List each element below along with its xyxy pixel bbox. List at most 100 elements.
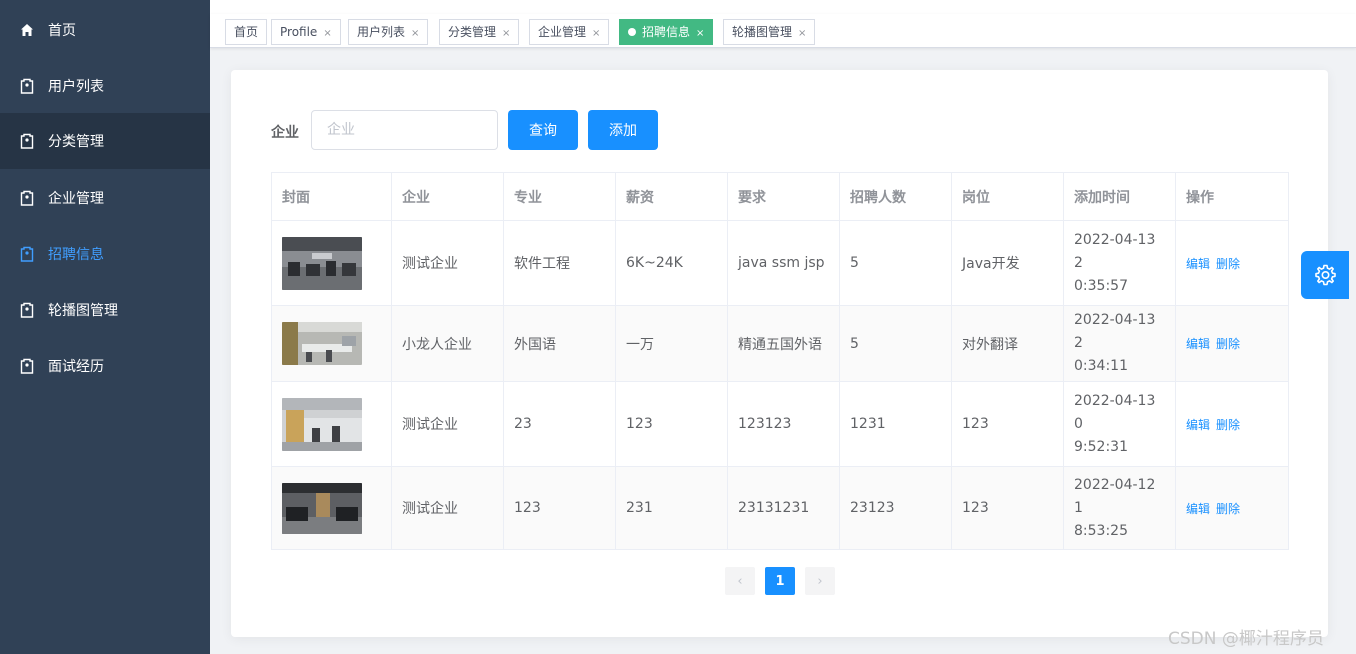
requirement-cell: java ssm jsp: [727, 220, 840, 306]
position-cell: Java开发: [951, 220, 1064, 306]
settings-button[interactable]: [1301, 251, 1349, 299]
sidebar: 首页 用户列表 分类管理 企业管理 招聘信息 轮播图管理 面试经历: [0, 0, 210, 654]
search-label: 企业: [271, 125, 299, 141]
major-cell: 123: [503, 466, 616, 550]
column-header: 封面: [271, 172, 392, 221]
edit-link[interactable]: 编辑: [1186, 257, 1210, 271]
tag-category[interactable]: 分类管理 ×: [439, 19, 520, 46]
column-header: 操作: [1175, 172, 1289, 221]
time-cell: 2022-04-13 2 0:35:57: [1063, 220, 1176, 306]
tag-label: 企业管理: [538, 25, 587, 39]
tag-users[interactable]: 用户列表 ×: [348, 19, 429, 46]
position-cell: 123: [951, 466, 1064, 550]
gear-icon: [1315, 264, 1336, 286]
headcount-cell: 5: [839, 220, 952, 306]
time-text: 2022-04-13 2: [1074, 312, 1156, 351]
delete-link[interactable]: 删除: [1216, 257, 1240, 271]
close-icon[interactable]: ×: [502, 22, 510, 46]
sidebar-item-recruitment[interactable]: 招聘信息: [0, 226, 210, 282]
sidebar-item-carousel[interactable]: 轮播图管理: [0, 282, 210, 338]
column-header: 岗位: [951, 172, 1064, 221]
column-header: 招聘人数: [839, 172, 952, 221]
close-icon[interactable]: ×: [798, 22, 806, 46]
sidebar-item-label: 首页: [48, 23, 76, 39]
tag-label: 首页: [234, 25, 259, 39]
close-icon[interactable]: ×: [323, 22, 331, 46]
company-cell: 小龙人企业: [391, 305, 504, 382]
home-icon: [20, 22, 34, 38]
column-header: 要求: [727, 172, 840, 221]
time-text: 8:53:25: [1074, 522, 1128, 539]
time-cell: 2022-04-13 0 9:52:31: [1063, 381, 1176, 467]
edit-link[interactable]: 编辑: [1186, 502, 1210, 516]
tag-label: 招聘信息: [642, 25, 691, 39]
major-cell: 软件工程: [503, 220, 616, 306]
table-row: 测试企业 123 231 23131231 23123 123 2022-04-…: [271, 466, 1289, 550]
sidebar-item-label: 轮播图管理: [48, 303, 118, 319]
close-icon[interactable]: ×: [411, 22, 419, 46]
delete-link[interactable]: 删除: [1216, 418, 1240, 432]
edit-link[interactable]: 编辑: [1186, 418, 1210, 432]
sidebar-item-label: 企业管理: [48, 191, 104, 207]
time-text: 2022-04-13 0: [1074, 392, 1156, 432]
tag-label: 轮播图管理: [732, 25, 793, 39]
office-cover-image: [282, 482, 362, 534]
delete-link[interactable]: 删除: [1216, 502, 1240, 516]
sidebar-item-interview[interactable]: 面试经历: [0, 338, 210, 394]
major-cell: 23: [503, 381, 616, 467]
tag-carousel[interactable]: 轮播图管理 ×: [723, 19, 816, 46]
sidebar-item-users[interactable]: 用户列表: [0, 58, 210, 114]
time-text: 2022-04-13 2: [1074, 231, 1156, 271]
time-text: 9:52:31: [1074, 438, 1128, 455]
tag-recruitment[interactable]: 招聘信息 ×: [619, 19, 714, 46]
salary-cell: 231: [615, 466, 728, 550]
time-text: 0:34:11: [1074, 358, 1128, 374]
office-cover-image: [282, 397, 362, 451]
office-cover-image: [282, 236, 362, 290]
edit-link[interactable]: 编辑: [1186, 337, 1210, 351]
tag-home[interactable]: 首页: [225, 19, 268, 45]
salary-cell: 6K~24K: [615, 220, 728, 306]
headcount-cell: 23123: [839, 466, 952, 550]
prev-page-button[interactable]: ‹: [725, 567, 755, 595]
company-cell: 测试企业: [391, 220, 504, 306]
sidebar-item-label: 面试经历: [48, 359, 104, 375]
sidebar-item-home[interactable]: 首页: [0, 2, 210, 58]
sidebar-item-company[interactable]: 企业管理: [0, 170, 210, 226]
tag-icon: [20, 302, 34, 318]
office-cover-image: [282, 322, 362, 365]
sidebar-item-label: 用户列表: [48, 79, 104, 95]
company-search-input[interactable]: [311, 110, 498, 150]
sidebar-item-category[interactable]: 分类管理: [0, 113, 210, 169]
close-icon[interactable]: ×: [696, 22, 704, 46]
actions-cell: 编辑 删除: [1175, 220, 1289, 306]
company-cell: 测试企业: [391, 381, 504, 467]
delete-link[interactable]: 删除: [1216, 337, 1240, 351]
main-area: 首页 Profile × 用户列表 × 分类管理 × 企业管理 × 招聘信息 × 轮播图管…: [210, 0, 1356, 654]
tag-icon: [20, 78, 34, 94]
position-cell: 123: [951, 381, 1064, 467]
time-cell: 2022-04-13 2 0:34:11: [1063, 305, 1176, 382]
tag-company[interactable]: 企业管理 ×: [529, 19, 610, 46]
table-row: 小龙人企业 外国语 一万 精通五国外语 5 对外翻译 2022-04-13 2 0…: [271, 305, 1289, 382]
tag-label: Profile: [280, 25, 318, 39]
page-number-button[interactable]: 1: [765, 567, 795, 595]
add-button[interactable]: 添加: [588, 110, 658, 150]
cover-cell: [271, 466, 392, 550]
salary-cell: 123: [615, 381, 728, 467]
next-page-button[interactable]: ›: [805, 567, 835, 595]
headcount-cell: 5: [839, 305, 952, 382]
time-text: 0:35:57: [1074, 277, 1128, 294]
tag-label: 分类管理: [448, 25, 497, 39]
watermark: CSDN @椰汁程序员: [1168, 629, 1324, 649]
content-card: 企业 查询 添加 封面 企业 专业 薪资 要求 招聘人数 岗位 添加时间 操作: [231, 70, 1328, 637]
active-dot-icon: [628, 27, 636, 36]
table-row: 测试企业 23 123 123123 1231 123 2022-04-13 0…: [271, 381, 1289, 467]
navbar: [210, 0, 1356, 14]
close-icon[interactable]: ×: [592, 22, 600, 46]
table-row: 测试企业 软件工程 6K~24K java ssm jsp 5 Java开发 2…: [271, 220, 1289, 306]
column-header: 专业: [503, 172, 616, 221]
query-button[interactable]: 查询: [508, 110, 578, 150]
tag-profile[interactable]: Profile ×: [271, 19, 341, 45]
cover-cell: [271, 305, 392, 382]
